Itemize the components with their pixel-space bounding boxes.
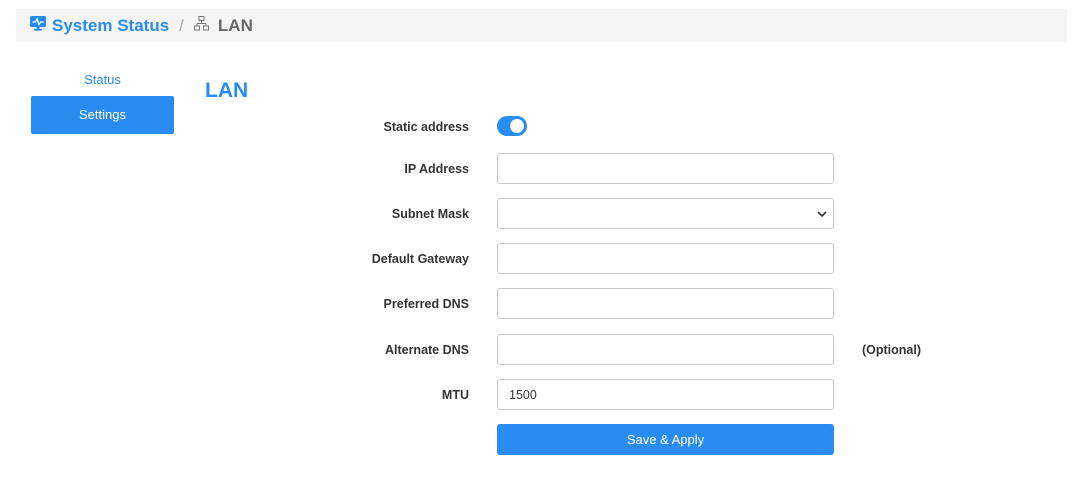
preferred-dns-input[interactable] bbox=[497, 288, 834, 319]
alternate-dns-label: Alternate DNS bbox=[384, 343, 469, 357]
default-gateway-input[interactable] bbox=[497, 243, 834, 274]
breadcrumb-current-label: LAN bbox=[217, 15, 253, 35]
monitor-icon bbox=[30, 15, 52, 36]
subnet-mask-label: Subnet Mask bbox=[391, 207, 469, 221]
sidebar-item-status[interactable]: Status bbox=[31, 64, 174, 96]
network-topology-icon bbox=[193, 15, 218, 36]
breadcrumb-item-lan: LAN bbox=[193, 15, 253, 36]
default-gateway-row: Default Gateway bbox=[0, 243, 1078, 275]
subnet-mask-row: Subnet Mask bbox=[0, 198, 1078, 230]
ip-address-row: IP Address bbox=[0, 153, 1078, 185]
static-address-row: Static address bbox=[0, 111, 1078, 143]
alternate-dns-optional-note: (Optional) bbox=[862, 343, 922, 357]
static-address-toggle[interactable] bbox=[497, 116, 527, 136]
subnet-mask-select[interactable] bbox=[497, 198, 834, 229]
breadcrumb-item-system-status[interactable]: System Status bbox=[30, 15, 170, 36]
save-apply-button[interactable]: Save & Apply bbox=[497, 424, 834, 455]
alternate-dns-input[interactable] bbox=[497, 334, 834, 365]
preferred-dns-row: Preferred DNS bbox=[0, 288, 1078, 320]
default-gateway-label: Default Gateway bbox=[371, 252, 469, 266]
mtu-row: MTU bbox=[0, 379, 1078, 411]
preferred-dns-label: Preferred DNS bbox=[383, 297, 469, 311]
mtu-input[interactable] bbox=[497, 379, 834, 410]
mtu-label: MTU bbox=[441, 388, 469, 402]
ip-address-label: IP Address bbox=[404, 162, 469, 176]
chevron-down-icon bbox=[817, 207, 827, 221]
breadcrumb-root-label: System Status bbox=[52, 15, 170, 35]
ip-address-input[interactable] bbox=[497, 153, 834, 184]
alternate-dns-row: Alternate DNS (Optional) bbox=[0, 334, 1078, 366]
toggle-knob bbox=[510, 119, 524, 133]
breadcrumb: System Status / LAN bbox=[16, 9, 1067, 42]
page-title: LAN bbox=[205, 79, 249, 102]
static-address-label: Static address bbox=[383, 120, 469, 134]
breadcrumb-separator: / bbox=[179, 15, 184, 35]
